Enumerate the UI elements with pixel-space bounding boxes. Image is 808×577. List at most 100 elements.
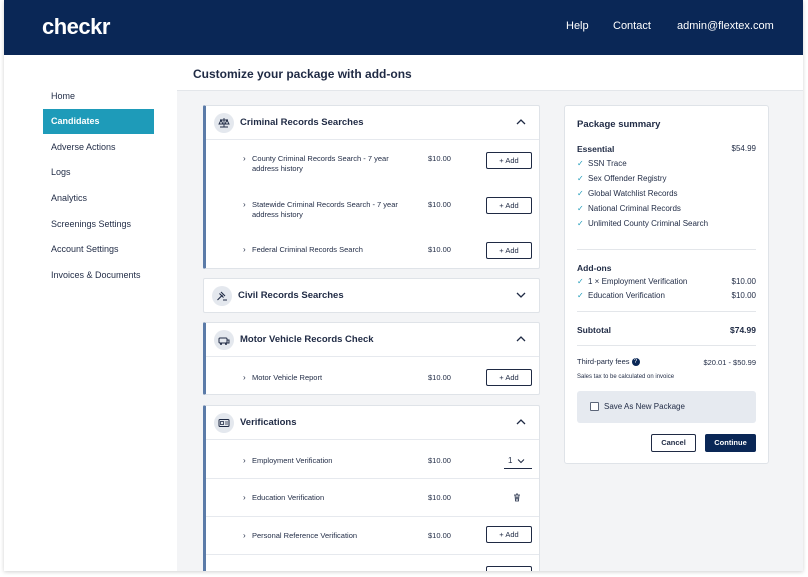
save-package-option[interactable]: Save As New Package	[577, 391, 756, 423]
divider	[577, 249, 756, 250]
id-card-icon	[214, 413, 234, 433]
sidebar-item-home[interactable]: Home	[43, 84, 154, 109]
item-price: $10.00	[428, 373, 451, 382]
main-content: Customize your package with add-ons Crim…	[177, 55, 803, 571]
sidebar: Home Candidates Adverse Actions Logs Ana…	[4, 55, 177, 571]
quantity-select[interactable]: 1	[508, 456, 525, 465]
item-price: $10.00	[428, 531, 451, 540]
item-label: Employment Verification	[252, 456, 333, 465]
add-button[interactable]: + Add	[486, 242, 532, 259]
chevron-up-icon[interactable]	[515, 333, 527, 345]
chevron-down-icon[interactable]	[515, 289, 527, 301]
car-icon	[214, 330, 234, 350]
tax-note: Sales tax to be calculated on invoice	[577, 374, 675, 380]
cancel-button[interactable]: Cancel	[651, 434, 696, 452]
save-package-checkbox[interactable]	[590, 402, 599, 411]
divider	[206, 478, 539, 479]
item-label: Federal Criminal Records Search	[252, 245, 363, 254]
section-title: Motor Vehicle Records Check	[240, 334, 374, 345]
sidebar-item-invoices-documents[interactable]: Invoices & Documents	[43, 263, 154, 288]
essential-item: Global Watchlist Records	[588, 189, 678, 198]
divider	[206, 554, 539, 555]
contact-link[interactable]: Contact	[613, 20, 651, 32]
page-header: Customize your package with add-ons	[177, 55, 803, 91]
chevron-right-icon[interactable]: ›	[243, 154, 246, 163]
quantity-value: 1	[508, 456, 513, 465]
fees-label: Third-party fees	[577, 357, 630, 366]
add-button[interactable]: + Add	[486, 197, 532, 214]
item-price: $10.00	[428, 456, 451, 465]
sidebar-item-screenings-settings[interactable]: Screenings Settings	[43, 212, 154, 237]
add-button[interactable]: + Add	[486, 526, 532, 543]
checkr-logo[interactable]: checkr	[42, 14, 110, 40]
add-label: Add	[505, 201, 519, 210]
addon-price: $10.00	[731, 291, 756, 300]
section-header-civil[interactable]: Civil Records Searches	[204, 279, 539, 313]
sidebar-item-adverse-actions[interactable]: Adverse Actions	[43, 135, 154, 160]
scales-icon	[214, 113, 234, 133]
continue-button[interactable]: Continue	[705, 434, 756, 452]
item-price: $10.00	[428, 200, 451, 209]
account-menu[interactable]: admin@flextex.com	[677, 20, 774, 32]
check-icon: ✓	[577, 174, 584, 183]
add-button-partial[interactable]	[486, 566, 532, 571]
item-price: $10.00	[428, 154, 451, 163]
page-title: Customize your package with add-ons	[193, 67, 412, 81]
item-price: $10.00	[428, 245, 451, 254]
add-label: Add	[505, 156, 519, 165]
add-button[interactable]: + Add	[486, 369, 532, 386]
item-label: Motor Vehicle Report	[252, 373, 323, 382]
section-civil-records: Civil Records Searches	[203, 278, 540, 313]
addon-item: 1 × Employment Verification	[588, 277, 688, 286]
divider	[577, 311, 756, 312]
help-icon[interactable]: ?	[631, 358, 640, 367]
trash-icon[interactable]	[512, 492, 522, 502]
check-icon: ✓	[577, 277, 584, 286]
check-icon: ✓	[577, 219, 584, 228]
gavel-icon	[212, 286, 232, 306]
chevron-right-icon[interactable]: ›	[243, 493, 246, 502]
chevron-up-icon[interactable]	[515, 416, 527, 428]
essential-label: Essential	[577, 144, 615, 154]
addon-item: Education Verification	[588, 291, 665, 300]
app-window: checkr Help Contact admin@flextex.com Ho…	[4, 0, 803, 571]
sidebar-item-analytics[interactable]: Analytics	[43, 186, 154, 211]
chevron-right-icon[interactable]: ›	[243, 200, 246, 209]
chevron-up-icon[interactable]	[515, 116, 527, 128]
check-icon: ✓	[577, 189, 584, 198]
section-header-criminal[interactable]: Criminal Records Searches	[206, 106, 539, 140]
add-label: Add	[505, 373, 519, 382]
add-label: Add	[505, 530, 519, 539]
essential-item: SSN Trace	[588, 159, 627, 168]
chevron-right-icon[interactable]: ›	[243, 245, 246, 254]
essential-item: Sex Offender Registry	[588, 174, 667, 183]
sidebar-item-logs[interactable]: Logs	[43, 160, 154, 185]
section-verifications: Verifications › Employment Verification …	[203, 405, 540, 571]
add-button[interactable]: + Add	[486, 152, 532, 169]
summary-title: Package summary	[577, 119, 661, 130]
check-icon: ✓	[577, 291, 584, 300]
fees-value: $20.01 - $50.99	[703, 358, 756, 367]
top-bar: checkr Help Contact admin@flextex.com	[4, 0, 803, 55]
add-label: Add	[505, 246, 519, 255]
subtotal-value: $74.99	[730, 325, 756, 335]
section-header-verifications[interactable]: Verifications	[206, 406, 539, 440]
chevron-right-icon[interactable]: ›	[243, 373, 246, 382]
help-link[interactable]: Help	[566, 20, 589, 32]
addons-label: Add-ons	[577, 263, 612, 273]
chevron-down-icon	[517, 459, 525, 464]
item-label: County Criminal Records Search - 7 year …	[252, 154, 389, 173]
item-label: Education Verification	[252, 493, 325, 502]
sidebar-item-account-settings[interactable]: Account Settings	[43, 237, 154, 262]
item-label: Personal Reference Verification	[252, 531, 358, 540]
section-title: Civil Records Searches	[238, 290, 344, 301]
section-header-motor[interactable]: Motor Vehicle Records Check	[206, 323, 539, 357]
sidebar-item-candidates[interactable]: Candidates	[43, 109, 154, 134]
section-criminal-records: Criminal Records Searches › County Crimi…	[203, 105, 540, 269]
essential-item: National Criminal Records	[588, 204, 681, 213]
chevron-right-icon[interactable]: ›	[243, 456, 246, 465]
chevron-right-icon[interactable]: ›	[243, 531, 246, 540]
divider	[206, 516, 539, 517]
save-package-label: Save As New Package	[604, 402, 685, 411]
essential-item: Unlimited County Criminal Search	[588, 219, 709, 228]
